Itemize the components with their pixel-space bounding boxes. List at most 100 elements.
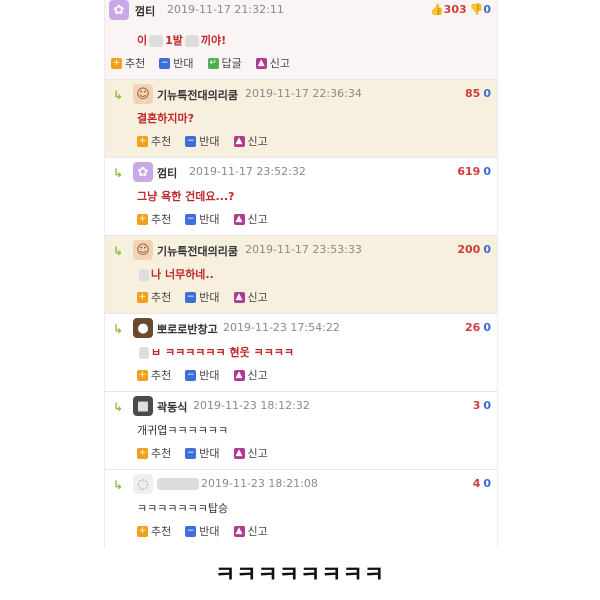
- downvote-count: 0: [483, 3, 491, 16]
- reply-arrow-icon: ↳: [113, 478, 124, 492]
- avatar[interactable]: ✿: [109, 0, 129, 20]
- report-button[interactable]: ▲ 신고: [233, 134, 268, 148]
- reply-label: 답글: [221, 57, 242, 70]
- report-button[interactable]: ▲ 신고: [255, 56, 290, 70]
- oppose-label: 반대: [199, 369, 220, 382]
- recommend-label: 추천: [151, 291, 172, 304]
- comment-text: 그냥 욕한 건데요...?: [137, 190, 235, 203]
- post-body-part: 이: [137, 34, 148, 47]
- comment-item: ↳ ☺ 기뉴특전대의리쿰 2019-11-17 23:53:33 200 0 나 …: [105, 236, 497, 314]
- author-name[interactable]: 뽀로로반창고: [157, 321, 218, 337]
- oppose-button[interactable]: − 반대: [185, 134, 220, 148]
- avatar[interactable]: ●: [133, 318, 153, 338]
- recommend-label: 추천: [151, 525, 172, 538]
- reply-arrow-icon: ↳: [113, 166, 124, 180]
- caption-text: ㅋㅋㅋㅋㅋㅋㅋㅋ: [215, 563, 385, 588]
- recommend-button[interactable]: + 추천: [137, 368, 171, 382]
- post-body-part: 1발: [165, 34, 183, 47]
- report-button[interactable]: ▲ 신고: [233, 290, 268, 304]
- oppose-label: 반대: [199, 135, 220, 148]
- vote-count: 85 0: [465, 87, 491, 100]
- post-date: 2019-11-17 21:32:11: [167, 3, 284, 16]
- vote-count: 👍303 👎0: [430, 3, 491, 16]
- thumbs-down-icon[interactable]: 👎: [470, 3, 484, 16]
- comment-item: ↳ ● 뽀로로반창고 2019-11-23 17:54:22 26 0 ㅂ ㅋㅋㅋ…: [105, 314, 497, 392]
- avatar[interactable]: ◌: [133, 474, 153, 494]
- blurred-text: [139, 347, 149, 359]
- comment-item: ↳ ☺ 기뉴특전대의리쿰 2019-11-17 22:36:34 85 0 결혼하…: [105, 80, 497, 158]
- comment-date: 2019-11-17 23:53:33: [245, 243, 362, 256]
- upvote-count: 26: [465, 321, 481, 334]
- author-name[interactable]: 기뉴특전대의리쿰: [157, 87, 238, 103]
- plus-icon: +: [137, 291, 148, 303]
- vote-count: 619 0: [457, 165, 491, 178]
- upvote-count: 85: [465, 87, 481, 100]
- siren-icon: ▲: [233, 525, 245, 537]
- minus-icon: −: [185, 369, 197, 381]
- comment-text: 개귀엽ㅋㅋㅋㅋㅋㅋ: [137, 424, 229, 437]
- avatar[interactable]: ☺: [133, 84, 153, 104]
- recommend-button[interactable]: + 추천: [137, 524, 171, 538]
- comment-body: ㅂ ㅋㅋㅋㅋㅋㅋ 현웃 ㅋㅋㅋㅋ: [137, 344, 294, 360]
- report-button[interactable]: ▲ 신고: [233, 212, 268, 226]
- comment-date: 2019-11-17 22:36:34: [245, 87, 362, 100]
- report-button[interactable]: ▲ 신고: [233, 446, 268, 460]
- minus-icon: −: [185, 135, 197, 147]
- reply-icon: ↵: [207, 57, 219, 69]
- comment-text: 결혼하지마?: [137, 112, 194, 125]
- plus-icon: +: [137, 369, 148, 381]
- comment-date: 2019-11-17 23:52:32: [189, 165, 306, 178]
- recommend-label: 추천: [151, 369, 172, 382]
- oppose-label: 반대: [173, 57, 194, 70]
- siren-icon: ▲: [255, 57, 267, 69]
- author-name[interactable]: 껌티: [157, 165, 177, 181]
- comment-date: 2019-11-23 17:54:22: [223, 321, 340, 334]
- blurred-text: [139, 269, 149, 281]
- author-name[interactable]: 곽동식: [157, 399, 187, 415]
- avatar[interactable]: ■: [133, 396, 153, 416]
- recommend-label: 추천: [151, 135, 172, 148]
- siren-icon: ▲: [233, 447, 245, 459]
- recommend-button[interactable]: + 추천: [137, 212, 171, 226]
- downvote-count: 0: [483, 399, 491, 412]
- vote-count: 26 0: [465, 321, 491, 334]
- upvote-count: 200: [457, 243, 481, 256]
- report-button[interactable]: ▲ 신고: [233, 368, 268, 382]
- avatar[interactable]: ✿: [133, 162, 153, 182]
- siren-icon: ▲: [233, 369, 245, 381]
- recommend-button[interactable]: + 추천: [137, 446, 171, 460]
- oppose-button[interactable]: − 반대: [185, 524, 220, 538]
- recommend-button[interactable]: + 추천: [137, 290, 171, 304]
- avatar[interactable]: ☺: [133, 240, 153, 260]
- oppose-label: 반대: [199, 525, 220, 538]
- minus-icon: −: [185, 525, 197, 537]
- oppose-button[interactable]: − 반대: [185, 290, 220, 304]
- original-post: ✿ 껌티 2019-11-17 21:32:11 👍303 👎0 이 1발 끼야! +…: [105, 0, 497, 80]
- report-button[interactable]: ▲ 신고: [233, 524, 268, 538]
- downvote-count: 0: [483, 87, 491, 100]
- thumbs-up-icon[interactable]: 👍: [430, 3, 444, 16]
- author-name[interactable]: 껌티: [135, 3, 155, 19]
- report-label: 신고: [247, 447, 268, 460]
- recommend-label: 추천: [151, 213, 172, 226]
- report-label: 신고: [269, 57, 290, 70]
- oppose-label: 반대: [199, 213, 220, 226]
- oppose-button[interactable]: − 반대: [185, 368, 220, 382]
- siren-icon: ▲: [233, 213, 245, 225]
- blurred-text: [149, 35, 164, 47]
- downvote-count: 0: [483, 321, 491, 334]
- oppose-button[interactable]: − 반대: [159, 56, 194, 70]
- recommend-button[interactable]: + 추천: [111, 56, 145, 70]
- recommend-label: 추천: [151, 447, 172, 460]
- oppose-button[interactable]: − 반대: [185, 446, 220, 460]
- plus-icon: +: [137, 213, 148, 225]
- recommend-button[interactable]: + 추천: [137, 134, 171, 148]
- reply-button[interactable]: ↵ 답글: [207, 56, 242, 70]
- author-name[interactable]: 기뉴특전대의리쿰: [157, 243, 238, 259]
- blurred-text: [184, 35, 199, 47]
- upvote-count: 3: [472, 399, 481, 412]
- comment-item: ↳ ✿ 껌티 2019-11-17 23:52:32 619 0 그냥 욕한 건데…: [105, 158, 497, 236]
- upvote-count: 4: [472, 477, 481, 490]
- comment-date: 2019-11-23 18:21:08: [201, 477, 318, 490]
- oppose-button[interactable]: − 반대: [185, 212, 220, 226]
